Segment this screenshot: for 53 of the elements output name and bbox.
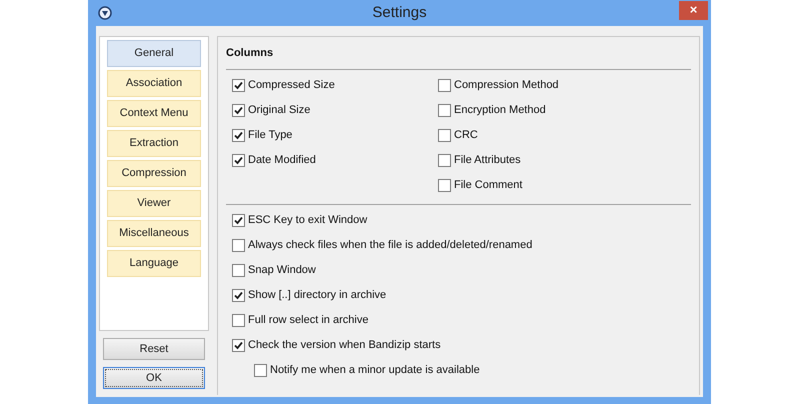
checkmark-icon [234, 81, 243, 90]
sidebar-tab[interactable]: Language [107, 250, 201, 277]
app-icon [98, 6, 112, 20]
checkmark-icon [234, 106, 243, 115]
checkbox[interactable] [254, 364, 267, 377]
checkbox-label: Date Modified [248, 153, 316, 168]
checkbox[interactable] [438, 104, 451, 117]
checkbox-label: CRC [454, 128, 478, 144]
checkbox[interactable] [232, 104, 245, 117]
checkbox-label: Always check files when the file is added/deleted/renamed [248, 238, 532, 254]
checkbox[interactable] [438, 179, 451, 192]
close-button[interactable]: × [679, 0, 708, 20]
checkbox[interactable] [232, 214, 245, 227]
checkbox-label: Encryption Method [454, 103, 546, 118]
checkbox[interactable] [232, 239, 245, 252]
checkbox-label: Original Size [248, 103, 310, 118]
checkbox-label: ESC Key to exit Window [248, 213, 368, 228]
checkbox-label: Check the version when Bandizip starts [248, 338, 441, 354]
checkmark-icon [234, 131, 243, 140]
dialog-button[interactable]: OK [103, 367, 205, 389]
sidebar-tab[interactable]: Compression [107, 160, 201, 187]
sidebar-tab[interactable]: Miscellaneous [107, 220, 201, 247]
checkmark-icon [234, 216, 243, 225]
sidebar-tab[interactable]: General [107, 40, 201, 67]
sidebar-tab[interactable]: Extraction [107, 130, 201, 157]
checkbox[interactable] [438, 79, 451, 92]
sidebar-tab[interactable]: Viewer [107, 190, 201, 217]
checkmark-icon [234, 341, 243, 350]
checkbox-label: Compression Method [454, 78, 559, 94]
checkbox[interactable] [232, 129, 245, 142]
checkbox-label: Full row select in archive [248, 313, 368, 328]
checkbox-label: Snap Window [248, 263, 316, 278]
checkmark-icon [234, 291, 243, 300]
checkbox[interactable] [232, 339, 245, 352]
sidebar-tab[interactable]: Context Menu [107, 100, 201, 127]
dialog-button[interactable]: Reset [103, 338, 205, 360]
checkbox[interactable] [232, 79, 245, 92]
checkbox-label: Compressed Size [248, 78, 335, 94]
checkbox[interactable] [438, 129, 451, 142]
sidebar-tab[interactable]: Association [107, 70, 201, 97]
checkbox[interactable] [232, 314, 245, 327]
section-title: Columns [226, 46, 274, 61]
checkbox[interactable] [438, 154, 451, 167]
checkbox-label: Notify me when a minor update is available [270, 363, 480, 378]
checkbox-label: File Type [248, 128, 292, 144]
checkmark-icon [234, 156, 243, 165]
checkbox[interactable] [232, 289, 245, 302]
checkbox-label: Show [..] directory in archive [248, 288, 386, 304]
checkbox-label: File Comment [454, 178, 522, 194]
checkbox[interactable] [232, 264, 245, 277]
checkbox[interactable] [232, 154, 245, 167]
checkbox-label: File Attributes [454, 153, 521, 168]
window-title: Settings [372, 2, 427, 23]
